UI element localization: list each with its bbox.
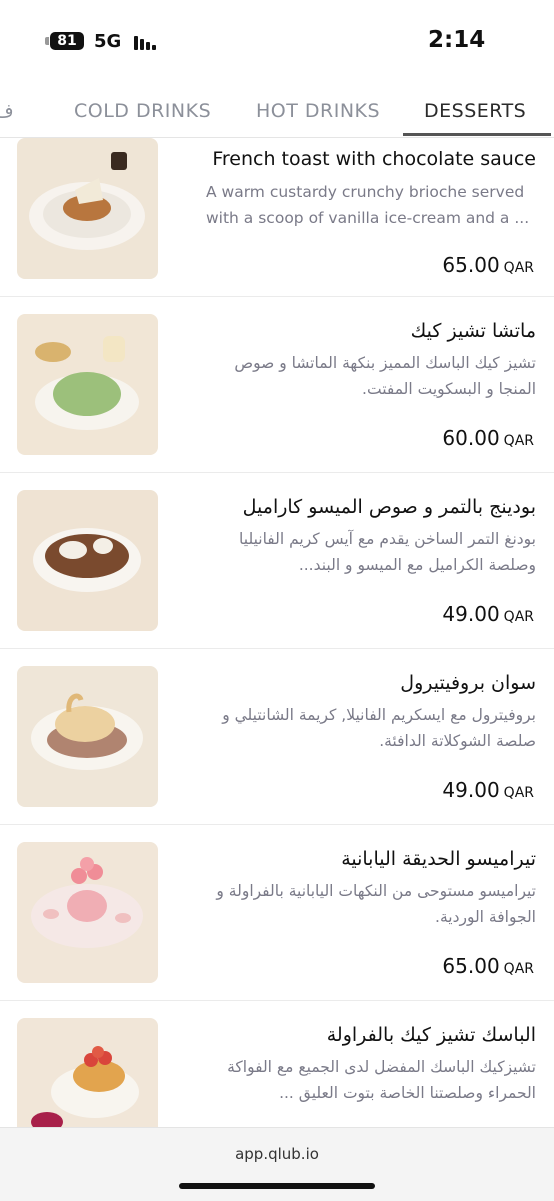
clock: 2:14 — [428, 27, 486, 53]
item-price: 65.00 QAR — [442, 253, 534, 277]
item-name: بودينج بالتمر و صوص الميسو كاراميل — [242, 496, 536, 518]
menu-item[interactable]: بودينج بالتمر و صوص الميسو كاراميل بودنغ… — [0, 472, 554, 649]
item-description: تشيز كيك الباسك المميز بنكهة الماتشا و ص… — [234, 354, 536, 398]
item-name: سوان بروفيتيرول — [400, 672, 536, 694]
status-bar: 81 5G 2:14 — [0, 0, 554, 80]
item-price: 60.00 QAR — [442, 426, 534, 450]
battery-indicator: 81 — [50, 32, 84, 50]
item-price: 49.00 QAR — [442, 602, 534, 626]
item-name: ماتشا تشيز كيك — [410, 320, 536, 342]
item-name: الباسك تشيز كيك بالفراولة — [326, 1024, 536, 1046]
tab-desserts[interactable]: DESSERTS — [424, 100, 526, 122]
menu-item[interactable]: تيراميسو الحديقة اليابانية تيراميسو مستو… — [0, 824, 554, 1001]
battery-cap — [45, 37, 49, 45]
dish-image — [17, 138, 158, 279]
item-name: French toast with chocolate sauce — [212, 148, 536, 170]
dish-image — [17, 314, 158, 455]
item-price: 65.00 QAR — [442, 954, 534, 978]
menu-item[interactable]: سوان بروفيتيرول بروفيترول مع ايسكريم الف… — [0, 648, 554, 825]
item-name: تيراميسو الحديقة اليابانية — [341, 848, 536, 870]
category-tabs: ف COLD DRINKS HOT DRINKS DESSERTS — [0, 82, 554, 138]
url-label[interactable]: app.qlub.io — [0, 1145, 554, 1163]
menu-list: French toast with chocolate sauce A warm… — [0, 137, 554, 1127]
tab-partial[interactable]: ف — [0, 100, 14, 122]
dish-image — [17, 842, 158, 983]
browser-bar: app.qlub.io — [0, 1127, 554, 1201]
tab-hot-drinks[interactable]: HOT DRINKS — [256, 100, 380, 122]
dish-image — [17, 666, 158, 807]
active-tab-indicator — [403, 133, 551, 136]
menu-item[interactable]: French toast with chocolate sauce A warm… — [0, 137, 554, 297]
item-description: بودنغ التمر الساخن يقدم مع آيس كريم الفا… — [239, 530, 536, 574]
item-description: تشيزكيك الباسك المفضل لدى الجميع مع الفو… — [227, 1058, 536, 1102]
menu-item[interactable]: الباسك تشيز كيك بالفراولة تشيزكيك الباسك… — [0, 1000, 554, 1127]
item-description: بروفيترول مع ايسكريم الفانيلا, كريمة الش… — [222, 706, 536, 750]
item-description: A warm custardy crunchy brioche served w… — [206, 183, 530, 227]
network-type: 5G — [94, 31, 122, 52]
tab-cold-drinks[interactable]: COLD DRINKS — [74, 100, 211, 122]
item-description: تيراميسو مستوحى من النكهات اليابانية بال… — [216, 882, 536, 926]
signal-icon — [134, 34, 160, 50]
dish-image — [17, 490, 158, 631]
item-price: 49.00 QAR — [442, 778, 534, 802]
home-indicator[interactable] — [179, 1183, 375, 1189]
dish-image — [17, 1018, 158, 1127]
menu-item[interactable]: ماتشا تشيز كيك تشيز كيك الباسك المميز بن… — [0, 296, 554, 473]
